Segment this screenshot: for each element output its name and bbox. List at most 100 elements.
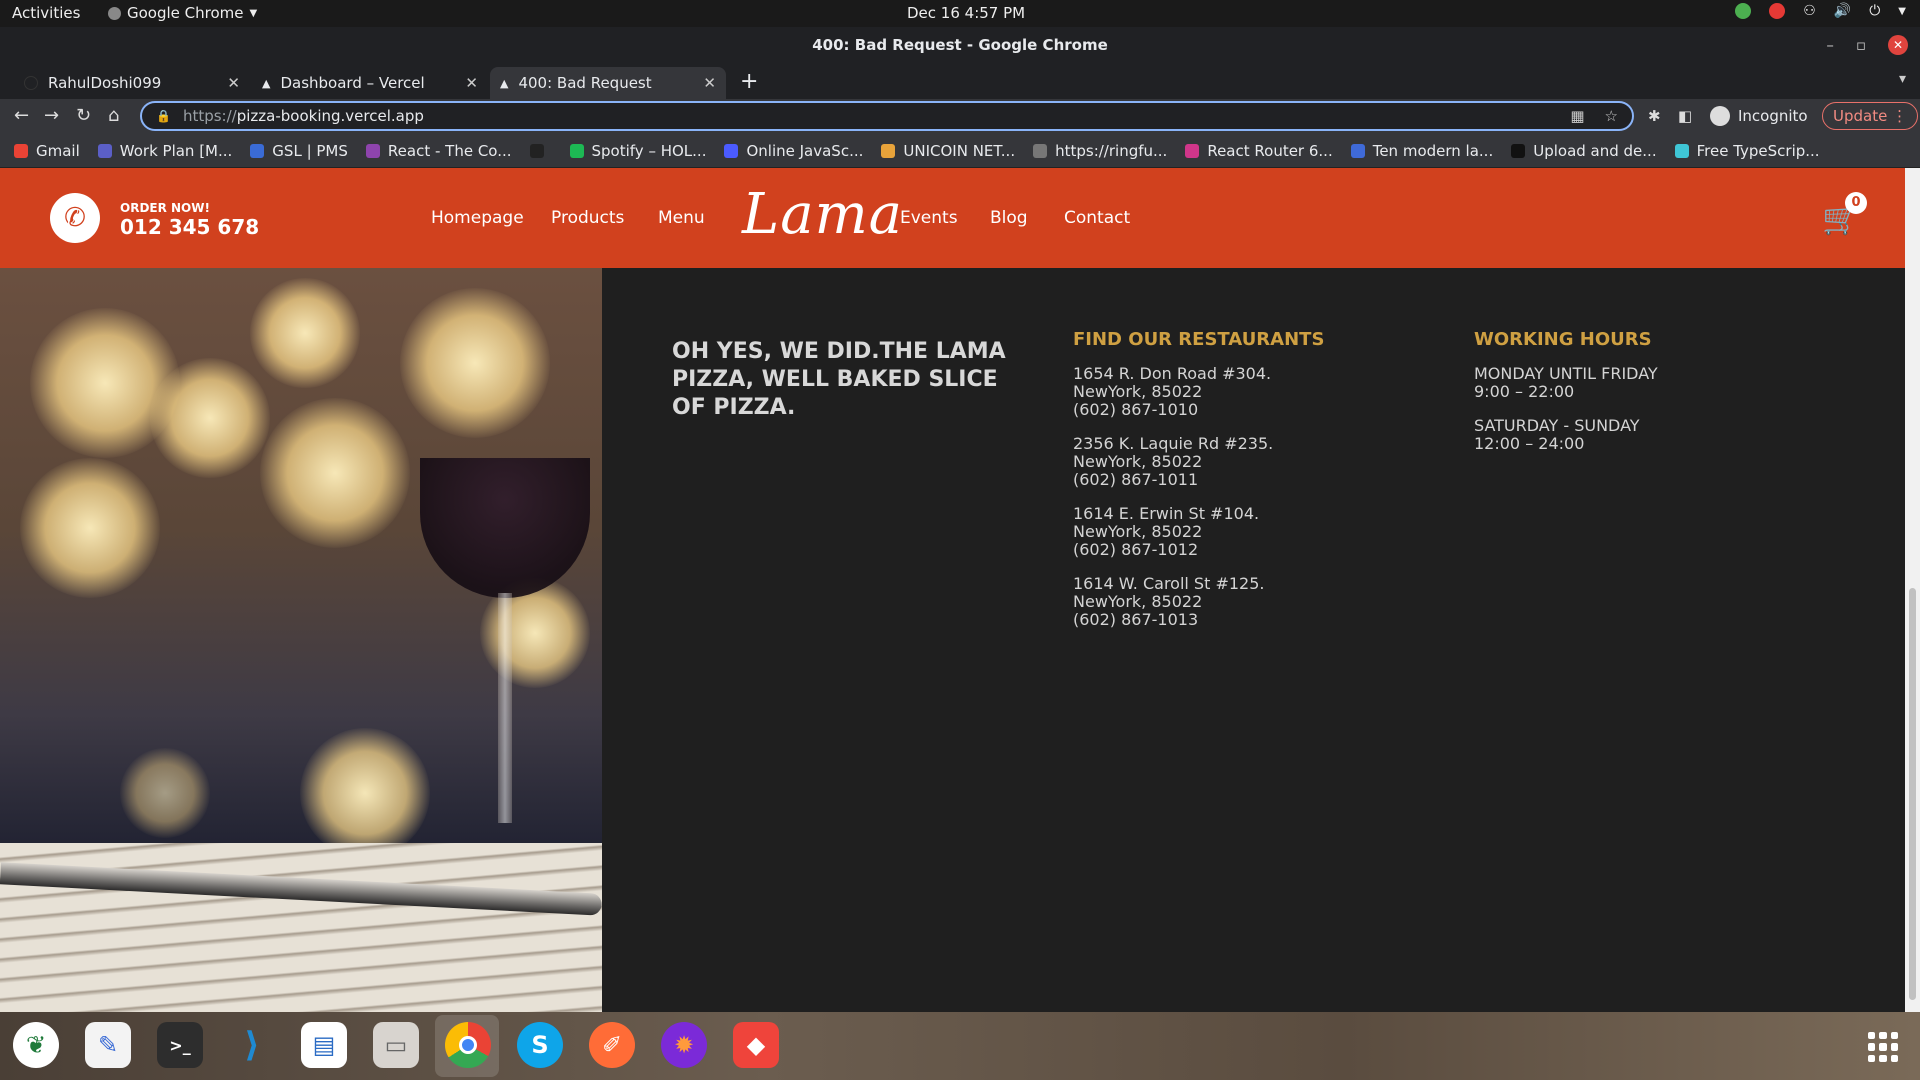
vscode-icon[interactable]: ⟩ [229, 1022, 275, 1068]
bookmark-label: React Router 6... [1207, 142, 1333, 160]
bookmark-item[interactable]: UNICOIN NET... [881, 142, 1015, 160]
cart-count-badge: 0 [1845, 192, 1867, 214]
incognito-profile[interactable]: Incognito [1710, 106, 1808, 126]
browser-toolbar: ← → ↻ ⌂ 🔒 https:// pizza-booking.vercel.… [0, 99, 1920, 135]
bookmark-item[interactable]: Upload and de... [1511, 142, 1657, 160]
close-tab-icon[interactable]: ✕ [227, 74, 240, 92]
mongodb-compass-icon[interactable]: ❦ [13, 1022, 59, 1068]
terminal-icon[interactable]: >_ [157, 1022, 203, 1068]
app-menu[interactable]: Google Chrome ▼ [108, 4, 257, 22]
address-phone: (602) 867-1010 [1073, 400, 1199, 419]
extensions-icon[interactable]: ✱ [1648, 107, 1661, 125]
nav-homepage[interactable]: Homepage [431, 208, 524, 228]
bookmark-item[interactable]: Online JavaSc... [724, 142, 863, 160]
vercel-triangle-icon: ▲ [500, 76, 509, 90]
bokeh-light [250, 278, 360, 388]
phone-icon[interactable]: ✆ [50, 193, 100, 243]
skype-icon[interactable]: S [517, 1022, 563, 1068]
address-city: NewYork, 85022 [1073, 452, 1203, 471]
back-arrow-icon[interactable]: ← [14, 105, 29, 126]
wine-glass [420, 458, 590, 598]
address-bar[interactable]: 🔒 https:// pizza-booking.vercel.app ▦ ☆ [140, 101, 1634, 131]
bookmark-favicon-icon [1185, 144, 1200, 158]
bookmark-favicon-icon [724, 144, 739, 158]
wine-glass-stem [498, 593, 512, 823]
gmail-icon [14, 144, 28, 158]
anydesk-icon[interactable]: ◆ [733, 1022, 779, 1068]
close-window-icon[interactable]: ✕ [1888, 35, 1908, 55]
reload-icon[interactable]: ↻ [76, 105, 91, 126]
show-applications-icon[interactable] [1868, 1032, 1898, 1062]
activities-button[interactable]: Activities [12, 4, 80, 22]
scrollbar-thumb[interactable] [1909, 588, 1916, 1000]
chrome-app-icon [108, 6, 121, 20]
clock[interactable]: Dec 16 4:57 PM [907, 4, 1025, 22]
chrome-icon[interactable] [445, 1022, 491, 1068]
chevron-down-icon[interactable]: ▼ [1898, 6, 1906, 17]
update-button[interactable]: Update ⋮ [1822, 102, 1919, 130]
tab-bad-request[interactable]: ▲ 400: Bad Request ✕ [490, 67, 726, 99]
text-editor-icon[interactable]: ✎ [85, 1022, 131, 1068]
hours-days: SATURDAY - SUNDAY [1474, 416, 1640, 435]
network-icon[interactable]: ⚇ [1803, 3, 1816, 19]
bookmark-item[interactable]: Ten modern la... [1350, 142, 1493, 160]
firefox-dev-icon[interactable]: ✹ [661, 1022, 707, 1068]
restore-icon[interactable]: ▫ [1856, 27, 1866, 63]
bookmark-star-icon[interactable]: ☆ [1605, 107, 1618, 125]
bookmark-label: GSL | PMS [272, 142, 348, 160]
bookmark-favicon-icon [1511, 144, 1526, 158]
site-logo[interactable]: Lama [742, 182, 903, 247]
bookmark-label: Upload and de... [1533, 142, 1657, 160]
bookmark-favicon-icon [250, 144, 265, 158]
bookmark-item[interactable]: Gmail [14, 142, 80, 160]
bookmark-item[interactable]: React Router 6... [1185, 142, 1333, 160]
qr-code-icon[interactable]: ▦ [1570, 107, 1584, 125]
tab-label: Dashboard – Vercel [280, 74, 425, 92]
libreoffice-writer-icon[interactable]: ▤ [301, 1022, 347, 1068]
bookmark-item[interactable]: Work Plan [M... [97, 142, 232, 160]
github-icon [24, 76, 38, 90]
new-tab-icon[interactable]: + [740, 69, 758, 94]
nav-blog[interactable]: Blog [990, 208, 1028, 228]
bookmark-item[interactable]: Spotify – HOL... [569, 142, 706, 160]
volume-icon[interactable]: 🔊 [1834, 3, 1851, 19]
bookmark-item[interactable]: React - The Co... [365, 142, 512, 160]
bookmark-item[interactable]: Free TypeScrip... [1674, 142, 1820, 160]
close-tab-icon[interactable]: ✕ [465, 74, 478, 92]
restaurant-address: 1614 W. Caroll St #125. NewYork, 85022 (… [1073, 575, 1324, 629]
power-icon[interactable]: ⏻ [1869, 3, 1880, 19]
hours-entry: MONDAY UNTIL FRIDAY 9:00 – 22:00 [1474, 365, 1658, 401]
bookmark-item[interactable] [529, 144, 552, 158]
bookmark-favicon-icon [1350, 144, 1365, 158]
bookmark-label: React - The Co... [387, 142, 512, 160]
tab-strip: RahulDoshi099 ✕ ▲ Dashboard – Vercel ✕ ▲… [0, 63, 1920, 99]
nav-menu[interactable]: Menu [658, 208, 705, 228]
nav-products[interactable]: Products [551, 208, 624, 228]
lock-icon[interactable]: 🔒 [156, 109, 171, 123]
minimize-icon[interactable]: – [1826, 27, 1834, 63]
tab-search-icon[interactable]: ▾ [1899, 71, 1906, 87]
update-label: Update [1833, 107, 1888, 125]
bookmark-favicon-icon [529, 144, 544, 158]
tab-vercel-dashboard[interactable]: ▲ Dashboard – Vercel ✕ [252, 67, 488, 99]
page-scrollbar[interactable] [1905, 168, 1920, 1012]
bookmark-item[interactable]: https://ringfu... [1033, 142, 1167, 160]
url-scheme: https:// [182, 107, 237, 125]
nav-contact[interactable]: Contact [1064, 208, 1130, 228]
order-phone-number[interactable]: 012 345 678 [120, 215, 259, 239]
tab-rahuldoshi[interactable]: RahulDoshi099 ✕ [14, 67, 250, 99]
files-icon[interactable]: ▭ [373, 1022, 419, 1068]
postman-icon[interactable]: ✐ [589, 1022, 635, 1068]
update-status-icon[interactable] [1735, 3, 1752, 19]
forward-arrow-icon[interactable]: → [44, 105, 59, 126]
nav-events[interactable]: Events [900, 208, 958, 228]
side-panel-icon[interactable]: ◧ [1678, 107, 1692, 125]
do-not-disturb-icon[interactable] [1769, 3, 1786, 19]
globe-icon [1033, 144, 1048, 158]
system-tray[interactable]: ⚇ 🔊 ⏻ ▼ [1735, 3, 1906, 19]
hours-time: 9:00 – 22:00 [1474, 382, 1575, 401]
close-tab-icon[interactable]: ✕ [703, 74, 716, 92]
restaurant-address: 1614 E. Erwin St #104. NewYork, 85022 (6… [1073, 505, 1324, 559]
bookmark-item[interactable]: GSL | PMS [250, 142, 348, 160]
home-icon[interactable]: ⌂ [108, 105, 119, 126]
